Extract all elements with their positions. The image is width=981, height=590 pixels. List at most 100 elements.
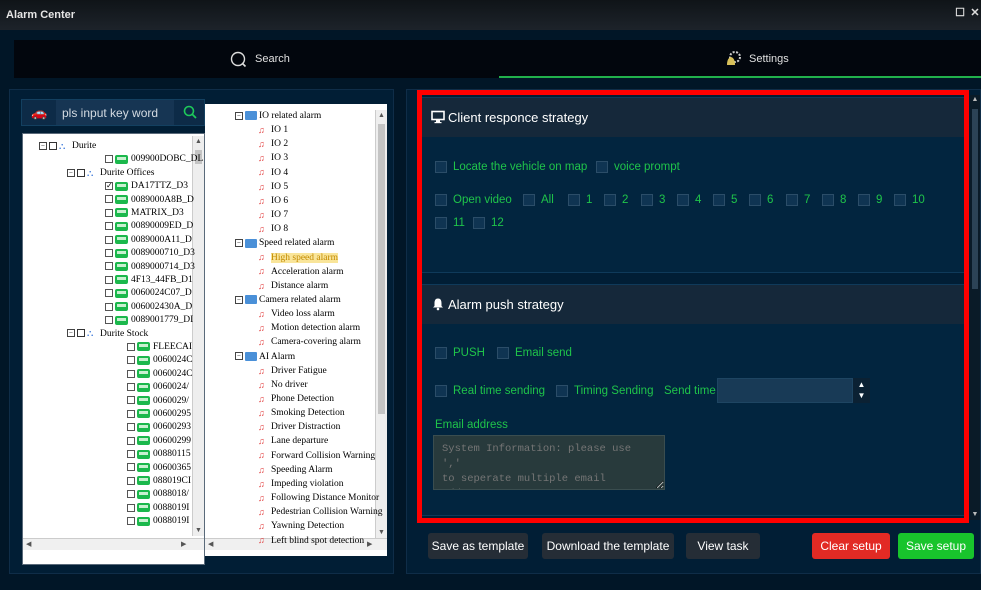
channel-6-checkbox[interactable]: 6 [749,193,773,207]
spin-up-icon[interactable]: ▲ [853,380,870,389]
alarm-type-node[interactable]: ♫ Forward Collision Warning [258,450,375,463]
tree-checkbox[interactable] [127,409,135,418]
tree-vehicle-node[interactable]: ✓ DA17TTZ_D3 [105,180,188,193]
locate-vehicle-checkbox[interactable]: Locate the vehicle on map [435,160,587,174]
collapse-toggle-icon[interactable]: − [39,141,47,150]
tree-checkbox[interactable] [127,383,135,391]
tree-vehicle-node[interactable]: 0060024C [127,354,193,367]
alarm-type-node[interactable]: ♫ Camera-covering alarm [258,336,361,349]
alarm-type-node[interactable]: ♫ IO 3 [258,152,288,165]
tab-search[interactable]: Search [14,40,499,78]
tree-checkbox[interactable] [127,396,135,405]
channel-7-checkbox[interactable]: 7 [786,193,810,207]
alarm-group-node[interactable]: − AI Alarm [235,351,295,364]
alarm-tree-vscroll[interactable]: ▲ ▼ [375,110,387,538]
channel-10-checkbox[interactable]: 10 [894,193,925,207]
alarm-type-node[interactable]: ♫ Driver Distraction [258,421,340,434]
tree-vehicle-node[interactable]: 0060024/ [127,381,189,394]
open-video-checkbox[interactable]: Open video [435,193,512,207]
tree-vehicle-node[interactable]: 00890009ED_D [105,220,193,233]
vehicle-tree-hscroll[interactable]: ◀ ▶ [23,538,204,550]
tree-vehicle-node[interactable]: 00600293 [127,421,191,434]
email-address-input[interactable] [433,435,665,490]
channel-3-checkbox[interactable]: 3 [641,193,665,207]
alarm-group-node[interactable]: − Camera related alarm [235,294,341,307]
alarm-type-node[interactable]: ♫ IO 2 [258,138,288,151]
channel-4-checkbox[interactable]: 4 [677,193,701,207]
channel-all-checkbox[interactable]: All [523,193,554,207]
alarm-type-node[interactable]: ♫ IO 6 [258,195,288,208]
collapse-toggle-icon[interactable]: − [67,329,75,338]
tree-vehicle-node[interactable]: 00600365 [127,462,191,475]
tree-checkbox[interactable] [105,249,113,257]
tree-vehicle-node[interactable]: 0060029/ [127,395,189,408]
channel-11-checkbox[interactable]: 11 [435,216,465,230]
scroll-right-arrow-icon[interactable]: ▶ [367,540,372,548]
download-template-button[interactable]: Download the template [542,533,674,559]
tree-vehicle-node[interactable]: 0088018/ [127,488,189,501]
tree-org-node[interactable]: − ⛬ Durite Offices [67,167,154,180]
scroll-up-arrow-icon[interactable]: ▲ [376,110,387,121]
scroll-down-arrow-icon[interactable]: ▼ [376,527,387,538]
save-setup-button[interactable]: Save setup [898,533,974,559]
alarm-type-node[interactable]: ♫ Following Distance Monitor [258,492,379,505]
tree-vehicle-node[interactable]: 088019CI [127,475,191,488]
tree-checkbox[interactable] [127,476,135,485]
search-icon[interactable] [182,104,198,120]
voice-prompt-checkbox[interactable]: voice prompt [596,160,680,174]
tree-checkbox[interactable] [105,222,113,231]
spin-down-icon[interactable]: ▼ [853,391,870,400]
channel-9-checkbox[interactable]: 9 [858,193,882,207]
tree-checkbox[interactable] [127,356,135,365]
view-task-button[interactable]: View task [686,533,760,559]
collapse-toggle-icon[interactable]: − [235,352,243,361]
tab-settings[interactable]: Settings [499,40,981,78]
tree-vehicle-node[interactable]: 00880115 [127,448,191,461]
tree-checkbox[interactable] [105,302,113,311]
tree-vehicle-node[interactable]: 0089000710_D3 [105,247,195,260]
tree-vehicle-node[interactable]: 0089000714_D3 [105,261,195,274]
channel-12-checkbox[interactable]: 12 [473,216,504,230]
tree-vehicle-node[interactable]: 4F13_44FB_D1 [105,274,193,287]
alarm-type-node[interactable]: ♫ No driver [258,379,308,392]
scroll-left-arrow-icon[interactable]: ◀ [26,540,31,548]
tree-checkbox[interactable] [105,316,113,324]
scroll-up-arrow-icon[interactable]: ▲ [193,136,204,147]
tree-checkbox[interactable] [127,490,135,499]
alarm-type-node[interactable]: ♫ Pedestrian Collision Warning [258,506,382,519]
tree-checkbox[interactable] [105,262,113,271]
push-checkbox[interactable]: PUSH [435,346,485,360]
tree-vehicle-node[interactable]: 0089000A11_D [105,234,192,247]
alarm-type-node[interactable]: ♫ IO 7 [258,209,288,222]
tree-org-node[interactable]: − ⛬ Durite [39,140,96,153]
scroll-down-arrow-icon[interactable]: ▼ [970,510,980,520]
scroll-right-arrow-icon[interactable]: ▶ [181,540,186,548]
alarm-type-node[interactable]: ♫ Video loss alarm [258,308,335,321]
alarm-type-node[interactable]: ♫ Motion detection alarm [258,322,360,335]
tree-checkbox[interactable] [49,141,57,150]
alarm-type-node[interactable]: ♫ High speed alarm [258,252,339,265]
tree-vehicle-node[interactable]: 006002430A_D [105,301,192,314]
restore-icon[interactable]: ☐ [953,6,967,20]
tree-checkbox[interactable] [127,450,135,458]
alarm-type-node[interactable]: ♫ Lane departure [258,435,328,448]
alarm-type-node[interactable]: ♫ IO 8 [258,223,288,236]
tree-vehicle-node[interactable]: 0060024C [127,368,193,381]
alarm-type-node[interactable]: ♫ IO 1 [258,124,288,137]
tree-vehicle-node[interactable]: 0089000A8B_D [105,194,194,207]
tree-checkbox[interactable] [127,463,135,472]
alarm-group-node[interactable]: − Speed related alarm [235,237,334,250]
alarm-type-node[interactable]: ♫ Impeding violation [258,478,344,491]
strategy-scrollbar[interactable]: ▲ ▼ [970,95,980,520]
alarm-type-node[interactable]: ♫ Phone Detection [258,393,334,406]
collapse-toggle-icon[interactable]: − [235,295,243,304]
close-icon[interactable]: ✕ [968,6,981,20]
tree-checkbox[interactable] [105,208,113,217]
tree-checkbox[interactable]: ✓ [105,182,113,190]
tree-checkbox[interactable] [105,235,113,244]
tree-checkbox[interactable] [127,436,135,445]
tree-checkbox[interactable] [127,517,135,525]
vehicle-search-input[interactable] [56,100,174,125]
channel-5-checkbox[interactable]: 5 [713,193,737,207]
realtime-sending-checkbox[interactable]: Real time sending [435,384,545,398]
